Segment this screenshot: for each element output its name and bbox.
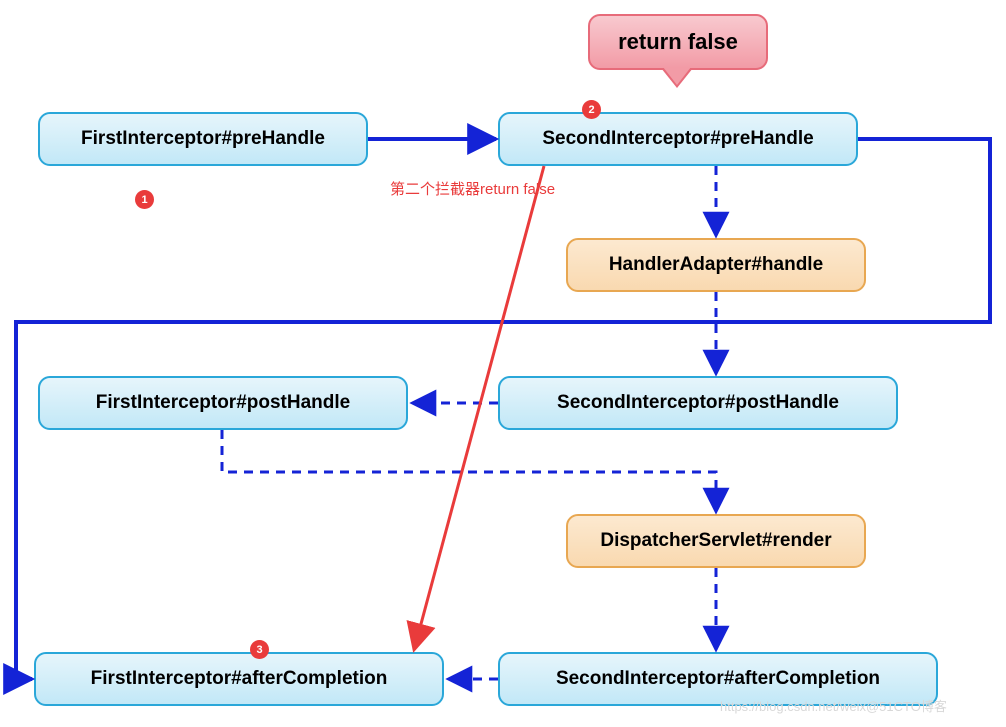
node-dispatcher-render: DispatcherServlet#render [566,514,866,568]
node-first-prehandle: FirstInterceptor#preHandle [38,112,368,166]
node-label: FirstInterceptor#afterCompletion [91,668,388,690]
badge-2: 2 [582,100,601,119]
connectors-layer [0,0,1006,727]
badge-num: 2 [588,104,594,116]
node-first-posthandle: FirstInterceptor#postHandle [38,376,408,430]
node-label: FirstInterceptor#postHandle [96,392,350,414]
node-second-posthandle: SecondInterceptor#postHandle [498,376,898,430]
badge-3: 3 [250,640,269,659]
node-label: HandlerAdapter#handle [609,254,823,276]
node-first-aftercompletion: FirstInterceptor#afterCompletion [34,652,444,706]
badge-num: 3 [256,644,262,656]
badge-1: 1 [135,190,154,209]
node-handler-adapter: HandlerAdapter#handle [566,238,866,292]
callout-tail-fill [663,67,691,85]
node-label: SecondInterceptor#postHandle [557,392,839,414]
edge-firstpost-render [222,430,716,512]
callout-text: return false [618,29,738,55]
node-label: SecondInterceptor#afterCompletion [556,668,880,690]
node-label: FirstInterceptor#preHandle [81,128,325,150]
badge-num: 1 [141,194,147,206]
node-label: DispatcherServlet#render [600,530,831,552]
node-second-prehandle: SecondInterceptor#preHandle [498,112,858,166]
watermark: https://blog.csdn.net/weix@51CTO博客 [720,696,947,715]
callout-return-false: return false [588,14,768,70]
annotation-return-false: 第二个拦截器return false [390,178,555,199]
node-label: SecondInterceptor#preHandle [542,128,813,150]
